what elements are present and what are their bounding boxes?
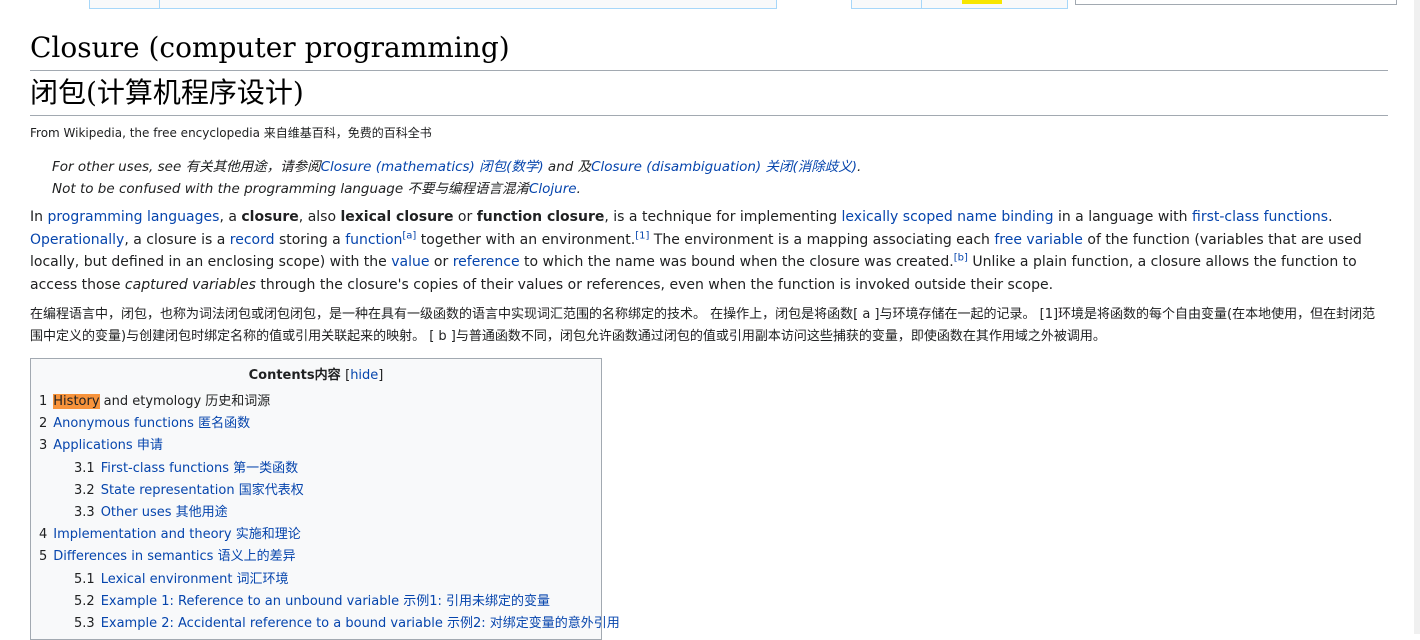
text: . — [1328, 209, 1333, 225]
toc-item-differences[interactable]: 5 Differences in semantics 语义上的差异 — [39, 546, 601, 568]
link-closure-mathematics[interactable]: Closure (mathematics) 闭包(数学) — [321, 159, 544, 175]
tab-fragment[interactable] — [159, 0, 777, 9]
toc-link[interactable]: Example 2: Accidental reference to a bou… — [101, 616, 620, 631]
tab-fragment[interactable] — [851, 0, 923, 9]
search-input[interactable] — [1075, 0, 1397, 5]
article-content: Closure (computer programming) 闭包(计算机程序设… — [30, 26, 1388, 640]
toc-number: 2 — [39, 416, 48, 432]
toc-number: 5.3 — [74, 616, 95, 632]
hatnote-line-1: For other uses, see 有关其他用途，请参阅Closure (m… — [52, 156, 1388, 178]
toc-title: Contents内容 [hide] — [39, 365, 593, 387]
toc-item-state-representation[interactable]: 3.2 State representation 国家代表权 — [39, 480, 601, 502]
text: in a language with — [1053, 209, 1192, 225]
hatnote-text: and 及 — [543, 159, 592, 175]
link-lexically-scoped[interactable]: lexically scoped — [842, 209, 953, 225]
link-name-binding[interactable]: name binding — [957, 209, 1053, 225]
bold-term: function closure — [476, 209, 605, 225]
toc-list: 1 History and etymology 历史和词源 2 Anonymous … — [39, 391, 620, 635]
toc-item-other-uses[interactable]: 3.3 Other uses 其他用途 — [39, 502, 601, 524]
bold-term: lexical closure — [340, 209, 454, 225]
text: In — [30, 209, 48, 225]
site-subtitle: From Wikipedia, the free encyclopedia 来自… — [30, 126, 432, 140]
page-title-en: Closure (computer programming) — [30, 26, 1388, 71]
hatnote-text: . — [576, 181, 581, 197]
toc-item-lexical-environment[interactable]: 5.1 Lexical environment 词汇环境 — [39, 569, 601, 591]
toc-link[interactable]: Other uses 其他用途 — [101, 505, 228, 520]
text: or — [453, 209, 477, 225]
hatnote: For other uses, see 有关其他用途，请参阅Closure (m… — [52, 156, 1388, 200]
link-free-variable[interactable]: free variable — [994, 232, 1083, 248]
link-closure-disambiguation[interactable]: Closure (disambiguation) 关闭(消除歧义) — [591, 159, 857, 175]
hatnote-text: For other uses, see 有关其他用途，请参阅 — [52, 159, 321, 175]
toc-item-implementation[interactable]: 4 Implementation and theory 实施和理论 — [39, 524, 601, 546]
toc-link[interactable]: Differences in semantics 语义上的差异 — [53, 549, 295, 564]
toc-item-anonymous-functions[interactable]: 2 Anonymous functions 匿名函数 — [39, 413, 601, 435]
text: or — [429, 254, 453, 270]
bold-term: closure — [241, 209, 299, 225]
text: , also — [298, 209, 341, 225]
toc-number: 5.1 — [74, 571, 95, 587]
link-function[interactable]: function — [345, 232, 402, 248]
text: , a — [219, 209, 242, 225]
scrollbar[interactable] — [1414, 0, 1420, 634]
text: , a closure is a — [124, 231, 230, 248]
toc-link[interactable]: Applications 申请 — [53, 438, 163, 453]
toc-number: 5 — [39, 549, 48, 565]
toc-number: 3 — [39, 438, 48, 454]
toc-hide-toggle[interactable]: hide — [350, 368, 378, 383]
table-of-contents: Contents内容 [hide] 1 History and etymology… — [30, 358, 620, 640]
link-clojure[interactable]: Clojure — [529, 181, 577, 197]
text: The environment is a mapping associating… — [649, 231, 995, 248]
link-operationally[interactable]: Operationally — [30, 232, 124, 248]
intro-paragraph: In programming languages, a closure, als… — [30, 206, 1388, 296]
footnote-a[interactable]: [a] — [402, 230, 416, 241]
toc-item-first-class-functions[interactable]: 3.1 First-class functions 第一类函数 — [39, 458, 601, 480]
toc-link[interactable]: Implementation and theory 实施和理论 — [53, 527, 300, 542]
toc-item-applications[interactable]: 3 Applications 申请 — [39, 435, 601, 457]
toc-link[interactable]: State representation 国家代表权 — [101, 483, 304, 498]
toc-item-example-2[interactable]: 5.3 Example 2: Accidental reference to a … — [39, 613, 620, 635]
toc-item-example-1[interactable]: 5.2 Example 1: Reference to an unbound va… — [39, 591, 601, 613]
toc-link-history[interactable]: History — [53, 394, 100, 409]
footnote-b[interactable]: [b] — [954, 252, 968, 263]
link-programming-languages[interactable]: programming languages — [47, 209, 219, 225]
tab-fragment[interactable] — [89, 0, 161, 9]
toc-link[interactable]: Lexical environment 词汇环境 — [101, 572, 289, 587]
italic-term: captured variables — [124, 276, 256, 293]
toc-number: 3.3 — [74, 505, 95, 521]
link-value[interactable]: value — [391, 254, 429, 270]
text: together with an environment. — [416, 231, 636, 248]
text: to which the name was bound when the clo… — [519, 254, 954, 270]
link-reference[interactable]: reference — [453, 254, 520, 270]
tab-highlight — [962, 0, 1002, 4]
hatnote-text: Not to be confused with the programming … — [52, 181, 529, 197]
toc-link[interactable]: Anonymous functions 匿名函数 — [53, 416, 250, 431]
toc-number: 4 — [39, 527, 48, 543]
page-title-zh: 闭包(计算机程序设计) — [30, 71, 1388, 116]
text: storing a — [274, 231, 346, 248]
toc-title-text: Contents内容 — [248, 368, 341, 383]
toc-link[interactable]: Example 1: Reference to an unbound varia… — [101, 594, 550, 609]
toc-link-history-rest[interactable]: and etymology 历史和词源 — [100, 394, 271, 409]
link-record[interactable]: record — [230, 232, 275, 248]
link-first-class-functions[interactable]: first-class functions — [1192, 209, 1328, 225]
toc-number: 5.2 — [74, 593, 95, 609]
toc-bracket: ] — [378, 368, 384, 383]
toc-number: 3.2 — [74, 482, 95, 498]
text: through the closure's copies of their va… — [255, 276, 1054, 293]
browser-tab-strip — [0, 0, 1420, 10]
hatnote-text: . — [857, 159, 862, 175]
text: , is a technique for implementing — [604, 209, 842, 225]
toc-number: 3.1 — [74, 460, 95, 476]
hatnote-line-2: Not to be confused with the programming … — [52, 178, 1388, 200]
toc-number: 1 — [39, 394, 48, 409]
toc-link[interactable]: First-class functions 第一类函数 — [101, 461, 298, 476]
toc-item-history[interactable]: 1 History and etymology 历史和词源 — [39, 391, 601, 413]
citation-1[interactable]: [1] — [635, 230, 649, 241]
intro-paragraph-zh: 在编程语言中，闭包，也称为词法闭包或闭包闭包，是一种在具有一级函数的语言中实现词… — [30, 307, 1376, 344]
